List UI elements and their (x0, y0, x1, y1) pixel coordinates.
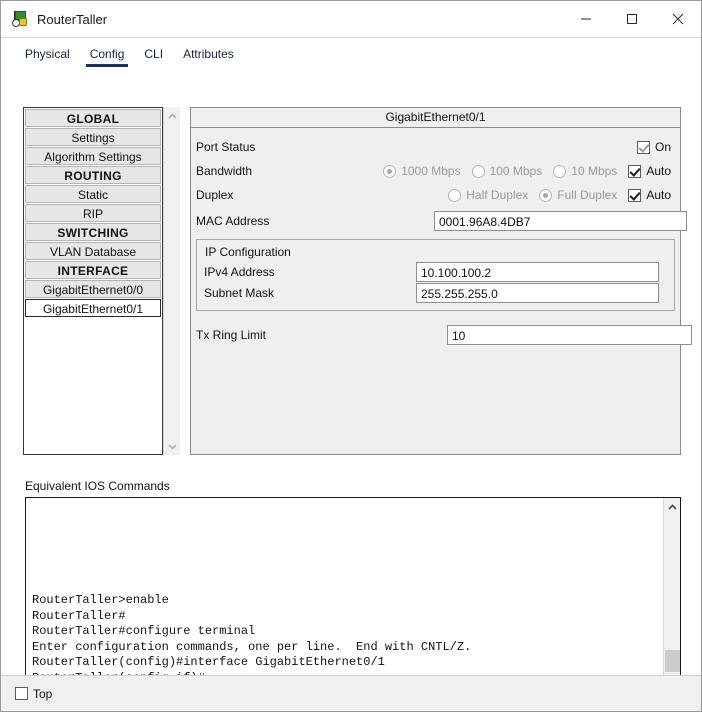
sidebar-scrollbar[interactable] (163, 107, 180, 455)
tab-cli[interactable]: CLI (134, 47, 173, 67)
ipv4-address-row: IPv4 Address 10.100.100.2 (204, 262, 667, 282)
bandwidth-100mbps-label: 100 Mbps (490, 164, 543, 178)
ios-commands-text: RouterTaller>enable RouterTaller# Router… (32, 593, 471, 686)
close-icon (672, 13, 684, 25)
sidebar-scroll-down-button[interactable] (164, 438, 181, 455)
close-button[interactable] (655, 1, 701, 36)
minimize-icon (580, 13, 592, 25)
sidebar-scroll-up-button[interactable] (164, 107, 181, 124)
sidebar-item-static[interactable]: Static (25, 185, 161, 203)
ipv4-address-label: IPv4 Address (204, 265, 416, 279)
ipv4-address-input[interactable]: 10.100.100.2 (416, 262, 659, 282)
port-status-on-checkbox[interactable] (637, 141, 650, 154)
packet-tracer-icon (12, 11, 28, 27)
ios-commands-panel: RouterTaller>enable RouterTaller# Router… (25, 497, 681, 690)
bandwidth-radio-10mbps[interactable] (553, 165, 566, 178)
sidebar-item-algorithm-settings[interactable]: Algorithm Settings (25, 147, 161, 165)
bandwidth-radio-100mbps[interactable] (472, 165, 485, 178)
bandwidth-10mbps-label: 10 Mbps (571, 164, 617, 178)
maximize-icon (626, 13, 638, 25)
sidebar-item-gigabitethernet0-1[interactable]: GigabitEthernet0/1 (25, 299, 161, 317)
top-checkbox[interactable] (15, 687, 28, 700)
mac-address-label: MAC Address (196, 214, 269, 228)
tx-ring-limit-input[interactable]: 10 (447, 325, 692, 345)
sidebar-group-routing: ROUTING (25, 166, 161, 184)
window-footer: Top (1, 675, 701, 711)
config-sidebar: GLOBAL Settings Algorithm Settings ROUTI… (23, 107, 163, 455)
ios-scroll-thumb[interactable] (665, 650, 680, 672)
bandwidth-auto-label: Auto (646, 164, 671, 178)
ios-commands-label: Equivalent IOS Commands (25, 479, 170, 493)
port-status-on-label: On (655, 140, 671, 154)
ios-commands-output[interactable]: RouterTaller>enable RouterTaller# Router… (26, 498, 663, 689)
chevron-down-icon (168, 444, 177, 450)
duplex-row: Duplex Half Duplex Full Duplex Auto (196, 185, 675, 205)
window-title: RouterTaller (37, 12, 563, 27)
mac-address-input[interactable]: 0001.96A8.4DB7 (434, 211, 687, 231)
duplex-label: Duplex (196, 188, 233, 202)
ios-scrollbar[interactable] (663, 498, 680, 689)
tab-attributes[interactable]: Attributes (173, 47, 244, 67)
subnet-mask-input[interactable]: 255.255.255.0 (416, 283, 659, 303)
window-controls (563, 1, 701, 37)
interface-panel-title: GigabitEthernet0/1 (191, 108, 680, 128)
port-status-row: Port Status On (196, 137, 675, 157)
config-top-row: GLOBAL Settings Algorithm Settings ROUTI… (23, 107, 681, 455)
maximize-button[interactable] (609, 1, 655, 36)
sidebar-scroll-track[interactable] (164, 124, 181, 438)
top-checkbox-label: Top (33, 687, 52, 701)
duplex-half-label: Half Duplex (466, 188, 528, 202)
duplex-auto-checkbox[interactable] (628, 189, 641, 202)
sidebar-item-vlan-database[interactable]: VLAN Database (25, 242, 161, 260)
subnet-mask-label: Subnet Mask (204, 286, 416, 300)
interface-panel-body: Port Status On Bandwidth 1000 Mbps (191, 128, 680, 454)
bandwidth-radio-1000mbps[interactable] (383, 165, 396, 178)
sidebar-group-switching: SWITCHING (25, 223, 161, 241)
port-status-label: Port Status (196, 140, 255, 154)
sidebar-item-gigabitethernet0-0[interactable]: GigabitEthernet0/0 (25, 280, 161, 298)
duplex-radio-full[interactable] (539, 189, 552, 202)
chevron-up-icon (168, 113, 177, 119)
duplex-full-label: Full Duplex (557, 188, 617, 202)
router-config-window: RouterTaller Physical Config (0, 0, 702, 712)
ios-scroll-up-button[interactable] (664, 498, 681, 515)
duplex-radio-half[interactable] (448, 189, 461, 202)
bandwidth-1000mbps-label: 1000 Mbps (401, 164, 460, 178)
tab-physical[interactable]: Physical (15, 47, 80, 67)
bandwidth-label: Bandwidth (196, 164, 252, 178)
tx-ring-limit-label: Tx Ring Limit (196, 328, 266, 342)
tab-config[interactable]: Config (80, 47, 135, 67)
ip-configuration-group: IP Configuration IPv4 Address 10.100.100… (196, 239, 675, 311)
bandwidth-row: Bandwidth 1000 Mbps 100 Mbps 10 Mbps Aut… (196, 161, 675, 181)
duplex-auto-label: Auto (646, 188, 671, 202)
ip-configuration-title: IP Configuration (205, 245, 667, 259)
ios-scroll-track[interactable] (664, 515, 681, 672)
interface-config-panel: GigabitEthernet0/1 Port Status On Bandwi… (190, 107, 681, 455)
sidebar-group-global: GLOBAL (25, 109, 161, 127)
mac-address-row: MAC Address 0001.96A8.4DB7 (196, 211, 675, 231)
tab-strip: Physical Config CLI Attributes (1, 38, 701, 67)
sidebar-item-rip[interactable]: RIP (25, 204, 161, 222)
sidebar-item-settings[interactable]: Settings (25, 128, 161, 146)
minimize-button[interactable] (563, 1, 609, 36)
sidebar-group-interface: INTERFACE (25, 261, 161, 279)
subnet-mask-row: Subnet Mask 255.255.255.0 (204, 283, 667, 303)
config-content: GLOBAL Settings Algorithm Settings ROUTI… (1, 67, 701, 711)
tx-ring-limit-row: Tx Ring Limit 10 (196, 325, 675, 345)
title-bar: RouterTaller (1, 1, 701, 38)
chevron-up-icon (668, 504, 677, 510)
bandwidth-auto-checkbox[interactable] (628, 165, 641, 178)
